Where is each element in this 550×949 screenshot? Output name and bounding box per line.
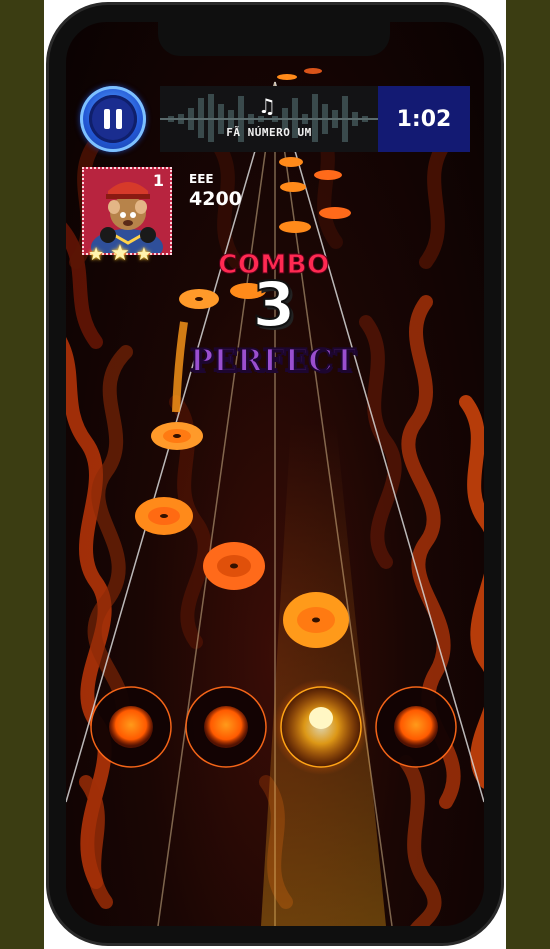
phone-notch	[158, 20, 390, 56]
lane-hit-beam	[261, 422, 386, 926]
player-score: 4200	[189, 188, 242, 210]
pause-button[interactable]	[80, 86, 146, 152]
star-icon: ★	[135, 244, 153, 265]
song-timer: 1:02	[378, 86, 470, 152]
note-highway	[66, 68, 484, 926]
hit-judgement: PERFECT	[189, 342, 357, 380]
music-note-icon: ♫	[258, 94, 276, 118]
star-icon: ★	[110, 241, 130, 266]
player-rank: 1	[152, 171, 164, 190]
song-title: FÃ NÚMERO UM	[226, 126, 312, 139]
star-icon: ★	[88, 244, 105, 265]
combo-count: 3	[251, 267, 296, 342]
pause-icon	[89, 95, 137, 143]
game-screen	[66, 22, 484, 926]
player-name: EEE	[189, 172, 214, 186]
star-rating: ★ ★ ★	[88, 241, 153, 266]
